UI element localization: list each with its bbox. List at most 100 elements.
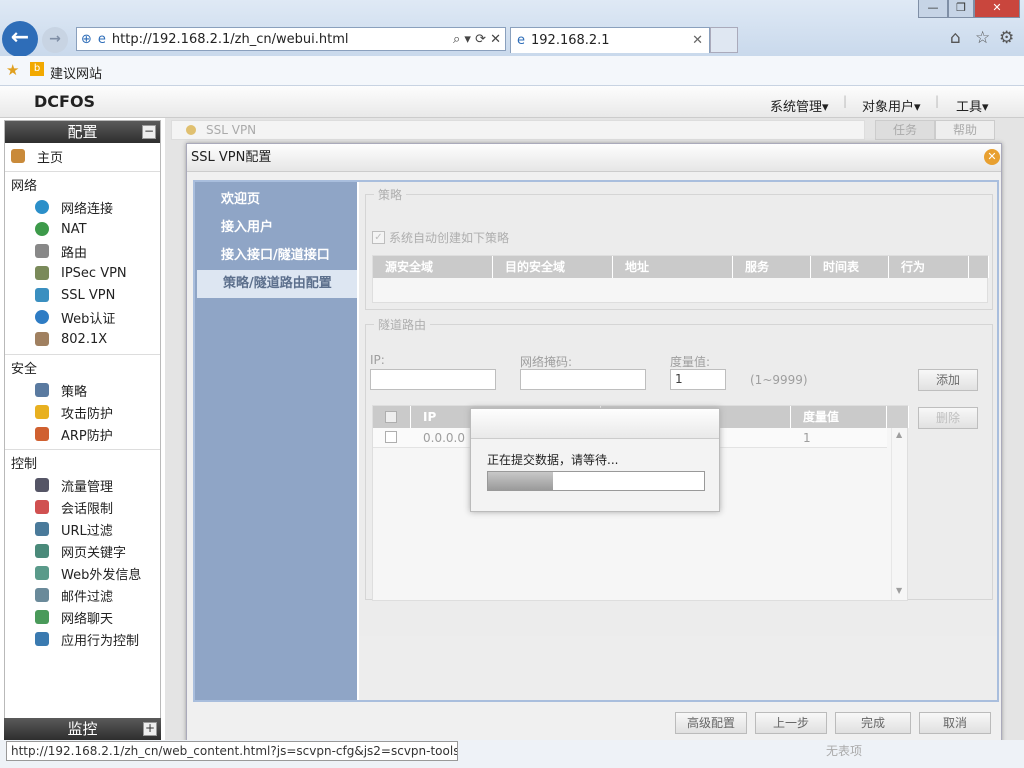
ssl-vpn-icon <box>35 288 49 302</box>
sidebar-item-mail-filter[interactable]: 邮件过滤 <box>5 584 160 606</box>
close-icon[interactable]: ✕ <box>984 149 1000 165</box>
new-tab-button[interactable] <box>710 27 738 53</box>
collapse-button[interactable]: − <box>142 125 156 139</box>
sidebar-item-web-auth[interactable]: Web认证 <box>5 306 160 328</box>
sidebar-item-attack-defense[interactable]: 攻击防护 <box>5 401 160 423</box>
metric-label: 度量值: <box>670 355 711 369</box>
sidebar-item-label: URL过滤 <box>61 523 113 539</box>
keyword-icon <box>35 544 49 558</box>
sidebar-item-8021x[interactable]: 802.1X <box>5 328 160 350</box>
tab-help[interactable]: 帮助 <box>935 120 995 140</box>
sidebar-item-label: 邮件过滤 <box>61 589 114 605</box>
address-bar[interactable]: ⊕ e http://192.168.2.1/zh_cn/webui.html … <box>76 27 506 51</box>
col-filler <box>969 256 989 278</box>
breadcrumb: SSL VPN <box>171 120 865 140</box>
breadcrumb-label: SSL VPN <box>206 123 257 137</box>
sidebar-item-label: 应用行为控制 <box>61 633 140 649</box>
sidebar-item-ipsec-vpn[interactable]: IPSec VPN <box>5 262 160 284</box>
scroll-down-icon[interactable]: ▼ <box>896 586 902 595</box>
close-window-button[interactable]: ✕ <box>974 0 1020 18</box>
step-policy-route[interactable]: 策略/隧道路由配置 <box>197 270 357 298</box>
sidebar-item-traffic[interactable]: 流量管理 <box>5 474 160 496</box>
favorites-icon[interactable]: ★ <box>6 61 19 79</box>
sidebar-item-label: NAT <box>61 221 87 237</box>
sidebar-item-ssl-vpn[interactable]: SSL VPN <box>5 284 160 306</box>
step-welcome[interactable]: 欢迎页 <box>195 186 357 214</box>
sidebar-item-keywords[interactable]: 网页关键字 <box>5 540 160 562</box>
add-button[interactable]: 添加 <box>918 369 978 391</box>
nat-icon <box>35 222 49 236</box>
close-tab-icon[interactable]: ✕ <box>692 33 703 48</box>
tab-title: 192.168.2.1 <box>531 33 610 48</box>
prev-button[interactable]: 上一步 <box>755 712 827 734</box>
group-network: 网络 <box>11 179 38 194</box>
status-url: http://192.168.2.1/zh_cn/web_content.htm… <box>6 741 458 761</box>
suggested-sites-link[interactable]: 建议网站 <box>50 63 102 82</box>
step-interfaces[interactable]: 接入接口/隧道接口 <box>195 242 357 270</box>
auto-create-checkbox[interactable]: ✓ <box>372 231 385 244</box>
col-address: 地址 <box>613 256 733 278</box>
home-icon[interactable]: ⌂ <box>950 28 961 48</box>
config-header[interactable]: 配置 − <box>5 121 160 143</box>
router-icon <box>35 244 49 258</box>
sidebar-item-label: 网页关键字 <box>61 545 127 561</box>
metric-input[interactable]: 1 <box>670 369 726 390</box>
sidebar-item-url-filter[interactable]: URL过滤 <box>5 518 160 540</box>
ip-input[interactable] <box>370 369 496 390</box>
minimize-button[interactable]: — <box>918 0 948 18</box>
url-icon <box>35 522 49 536</box>
config-title: 配置 <box>67 123 98 141</box>
menu-objects[interactable]: 对象用户▾ <box>862 96 921 115</box>
monitor-title: 监控 <box>67 720 98 738</box>
col-select <box>373 406 411 428</box>
browser-toolbar: — ❐ ✕ ← → ⊕ e http://192.168.2.1/zh_cn/w… <box>0 0 1024 57</box>
ip-label: IP: <box>370 353 385 367</box>
advanced-button[interactable]: 高级配置 <box>675 712 747 734</box>
sidebar-item-label: 会话限制 <box>61 501 114 517</box>
col-action: 行为 <box>889 256 969 278</box>
col-dst-zone: 目的安全域 <box>493 256 613 278</box>
menu-tools[interactable]: 工具▾ <box>956 96 989 115</box>
tab-tasks[interactable]: 任务 <box>875 120 935 140</box>
browser-tab[interactable]: e 192.168.2.1 ✕ <box>510 27 710 53</box>
select-all-checkbox[interactable] <box>385 411 397 423</box>
traffic-icon <box>35 478 49 492</box>
favorites-bar: ★ b 建议网站 <box>0 56 1024 86</box>
search-icon[interactable]: ⌕ ▾ ⟳ ✕ <box>453 32 501 47</box>
sidebar-item-home[interactable]: 主页 <box>5 145 160 167</box>
row-checkbox[interactable] <box>385 431 397 443</box>
monitor-header[interactable]: 监控 + <box>4 718 161 740</box>
home-icon <box>11 149 25 163</box>
back-button[interactable]: ← <box>2 21 38 57</box>
scroll-up-icon[interactable]: ▲ <box>896 430 902 439</box>
suggested-sites-icon: b <box>30 62 44 76</box>
sidebar-item-label: ARP防护 <box>61 428 113 444</box>
favorites-star-icon[interactable]: ☆ <box>975 28 990 48</box>
forward-button[interactable]: → <box>42 27 68 53</box>
scrollbar[interactable]: ▲ ▼ <box>891 428 907 600</box>
sidebar-item-session-limit[interactable]: 会话限制 <box>5 496 160 518</box>
sidebar-item-policy[interactable]: 策略 <box>5 379 160 401</box>
mail-icon <box>35 588 49 602</box>
sidebar-item-network-connection[interactable]: 网络连接 <box>5 196 160 218</box>
expand-button[interactable]: + <box>143 722 157 736</box>
cancel-button[interactable]: 取消 <box>919 712 991 734</box>
delete-button[interactable]: 删除 <box>918 407 978 429</box>
maximize-button[interactable]: ❐ <box>948 0 974 18</box>
gear-icon[interactable]: ⚙ <box>999 28 1014 48</box>
sidebar-item-route[interactable]: 路由 <box>5 240 160 262</box>
sidebar-item-app-control[interactable]: 应用行为控制 <box>5 628 160 650</box>
step-access-users[interactable]: 接入用户 <box>195 214 357 242</box>
sidebar-item-chat[interactable]: 网络聊天 <box>5 606 160 628</box>
menu-system[interactable]: 系统管理▾ <box>770 96 829 115</box>
address-text: http://192.168.2.1/zh_cn/webui.html <box>111 31 349 47</box>
sidebar-item-nat[interactable]: NAT <box>5 218 160 240</box>
mask-input[interactable] <box>520 369 646 390</box>
finish-button[interactable]: 完成 <box>835 712 911 734</box>
policy-icon <box>35 383 49 397</box>
arp-icon <box>35 427 49 441</box>
sidebar-item-arp[interactable]: ARP防护 <box>5 423 160 445</box>
progress-fill <box>488 472 553 490</box>
sidebar-item-web-outbound[interactable]: Web外发信息 <box>5 562 160 584</box>
tunnel-route-legend: 隧道路由 <box>378 318 427 332</box>
